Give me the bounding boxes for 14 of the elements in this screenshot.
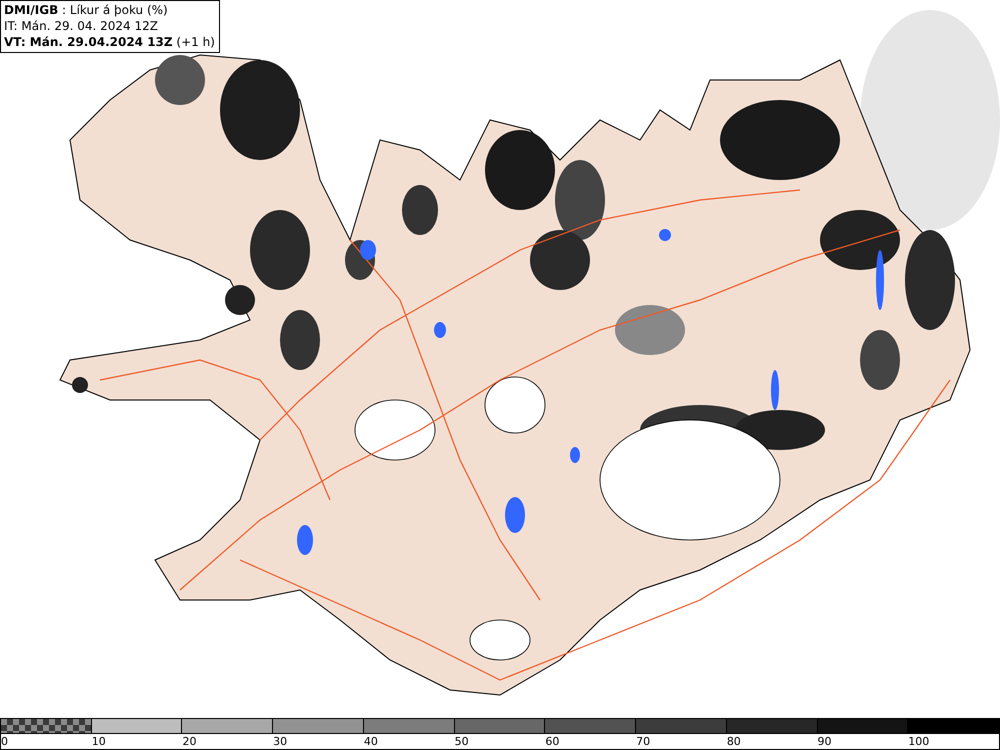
legend-tick-label: 100	[908, 734, 930, 749]
legend-tick-label: 30	[273, 734, 288, 749]
legend-tick-label: 0	[1, 734, 8, 749]
legend-tick-label: 20	[182, 734, 196, 749]
legend-tick-label: 70	[636, 734, 650, 749]
legend-tick-label: 80	[726, 734, 741, 749]
legend-tick-label: 40	[364, 734, 378, 749]
legend-tick-label: 60	[545, 734, 560, 749]
info-text: DMI/IGB : Líkur á þoku (%)	[4, 2, 169, 18]
legend-tick-label: 50	[454, 734, 469, 749]
info-text: IT: Mán. 29. 04. 2024 12Z	[4, 18, 159, 34]
info-text: VT: Mán. 29.04.2024 13Z (+1 h)	[4, 34, 215, 50]
legend-tick-label: 10	[92, 734, 106, 749]
legend-tick-label: 90	[818, 734, 832, 749]
